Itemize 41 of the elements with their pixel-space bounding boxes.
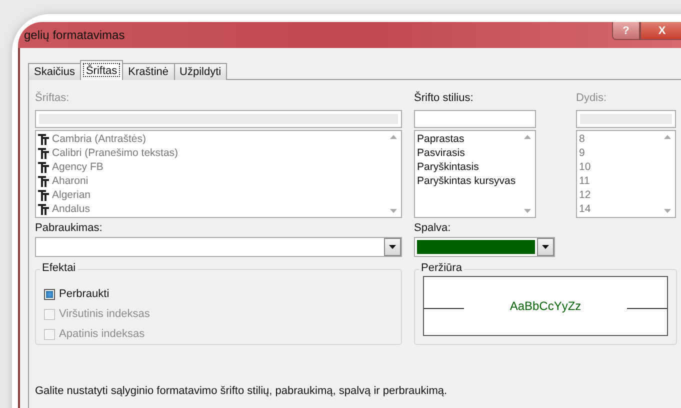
list-item[interactable]: Paprastas: [417, 132, 464, 146]
field-label: Spalva:: [414, 221, 452, 236]
font-icon: [38, 176, 49, 186]
list-item[interactable]: Paryškintasis: [417, 160, 479, 174]
checkbox-label[interactable]: Perbraukti: [59, 286, 110, 302]
tab[interactable]: Užpildyti: [174, 63, 228, 80]
field-label: Šrifto stilius:: [414, 90, 474, 106]
dropdown-button[interactable]: [384, 238, 401, 256]
font-icon: [38, 204, 49, 214]
font-icon: [38, 162, 49, 172]
close-button[interactable]: X: [640, 22, 681, 40]
tab[interactable]: Skaičius: [28, 63, 81, 80]
tab[interactable]: Kraštinė: [122, 63, 175, 80]
search-field[interactable]: [414, 110, 536, 128]
scroll-up-icon[interactable]: [390, 135, 396, 139]
window-title: gelių formatavimas: [23, 28, 125, 42]
group-title: Efektai: [40, 262, 78, 274]
group-title: Peržiūra: [419, 262, 464, 274]
list-item[interactable]: Paryškintas kursyvas: [417, 174, 516, 188]
preview-sample: AaBbCcYyZz: [510, 299, 582, 313]
scroll-up-icon[interactable]: [524, 135, 530, 139]
font-icon: [38, 148, 49, 158]
checkbox[interactable]: [44, 288, 55, 300]
scroll-down-icon[interactable]: [390, 209, 396, 213]
field-label: Pabraukimas:: [35, 221, 104, 236]
font-icon: [38, 134, 49, 144]
font-icon: [38, 190, 49, 200]
caret-icon: [542, 245, 549, 249]
field-label: Šriftas:: [35, 90, 70, 106]
caret-icon: [389, 245, 396, 249]
help-button[interactable]: ?: [612, 22, 640, 40]
field-label: Dydis:: [576, 91, 608, 106]
list-box[interactable]: Paprastas Pasvirasis Paryškintasis Paryškintas kursyvas: [414, 130, 536, 218]
scroll-up-icon[interactable]: [664, 135, 670, 139]
list-item[interactable]: Pasvirasis: [417, 146, 465, 160]
tab[interactable]: Šriftas: [80, 60, 124, 80]
dropdown-button[interactable]: [537, 238, 554, 256]
scroll-down-icon[interactable]: [664, 209, 670, 213]
scroll-down-icon[interactable]: [524, 209, 530, 213]
hint-text: Galite nustatyti sąlyginio formatavimo šrifto stilių, pabraukimą, spalvą ir perbraukimą.: [35, 385, 448, 397]
color-dropdown[interactable]: [414, 237, 555, 257]
